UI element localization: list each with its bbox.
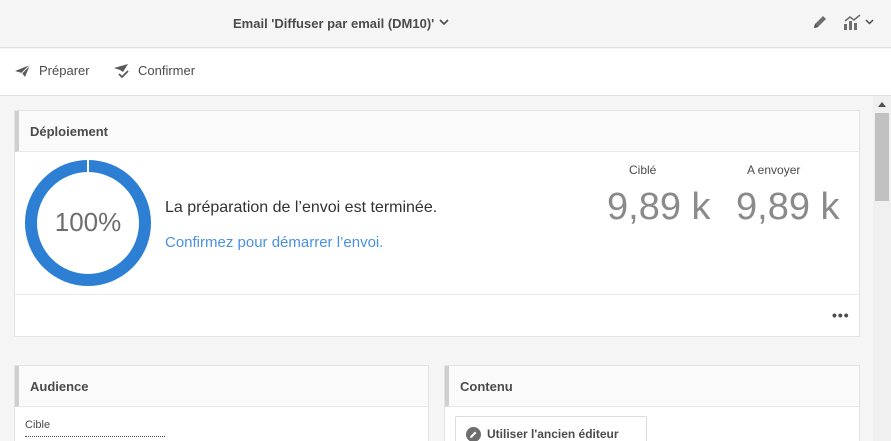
audience-card: Audience Cible	[14, 365, 429, 441]
prepare-label: Préparer	[39, 63, 90, 78]
delivery-title: Email 'Diffuser par email (DM10)'	[233, 16, 435, 31]
to-send-label: A envoyer	[747, 163, 801, 177]
pencil-icon	[466, 426, 481, 441]
divider	[15, 294, 859, 295]
action-toolbar: Préparer Confirmer	[0, 49, 891, 96]
confirm-button[interactable]: Confirmer	[113, 63, 195, 78]
legacy-editor-label: Utiliser l'ancien éditeur	[487, 427, 619, 441]
content-card: Contenu Utiliser l'ancien éditeur	[444, 365, 860, 441]
deployment-card-title: Déploiement	[15, 111, 859, 152]
deployment-card: Déploiement 100% La préparation de l’env…	[14, 110, 860, 337]
chevron-down-icon	[439, 18, 449, 29]
confirm-send-link[interactable]: Confirmez pour démarrer l’envoi.	[165, 234, 383, 251]
targeted-label: Ciblé	[629, 163, 657, 177]
audience-card-title: Audience	[15, 366, 428, 407]
more-options-icon[interactable]: •••	[832, 307, 850, 323]
confirm-label: Confirmer	[138, 63, 196, 78]
progress-percent: 100%	[54, 207, 122, 237]
legacy-editor-button[interactable]: Utiliser l'ancien éditeur	[455, 416, 647, 441]
paper-plane-icon	[15, 64, 31, 77]
prepare-button[interactable]: Préparer	[14, 63, 90, 78]
content-card-title: Contenu	[445, 366, 859, 407]
targeted-value: 9,89 k	[607, 186, 711, 228]
status-message: La préparation de l’envoi est terminée.	[165, 199, 438, 216]
title-bar: Email 'Diffuser par email (DM10)'	[0, 0, 891, 48]
delivery-title-dropdown[interactable]: Email 'Diffuser par email (DM10)'	[233, 16, 449, 31]
report-chart-icon[interactable]	[843, 13, 874, 31]
pencil-icon[interactable]	[811, 13, 829, 31]
scroll-up-arrow-icon[interactable]	[873, 96, 891, 113]
scrollbar-thumb[interactable]	[875, 113, 889, 201]
send-check-icon	[114, 64, 129, 78]
chevron-down-icon	[865, 19, 874, 25]
target-value-placeholder	[25, 436, 165, 441]
target-label: Cible	[25, 419, 51, 431]
to-send-value: 9,89 k	[736, 186, 840, 228]
vertical-scrollbar[interactable]	[873, 96, 891, 441]
